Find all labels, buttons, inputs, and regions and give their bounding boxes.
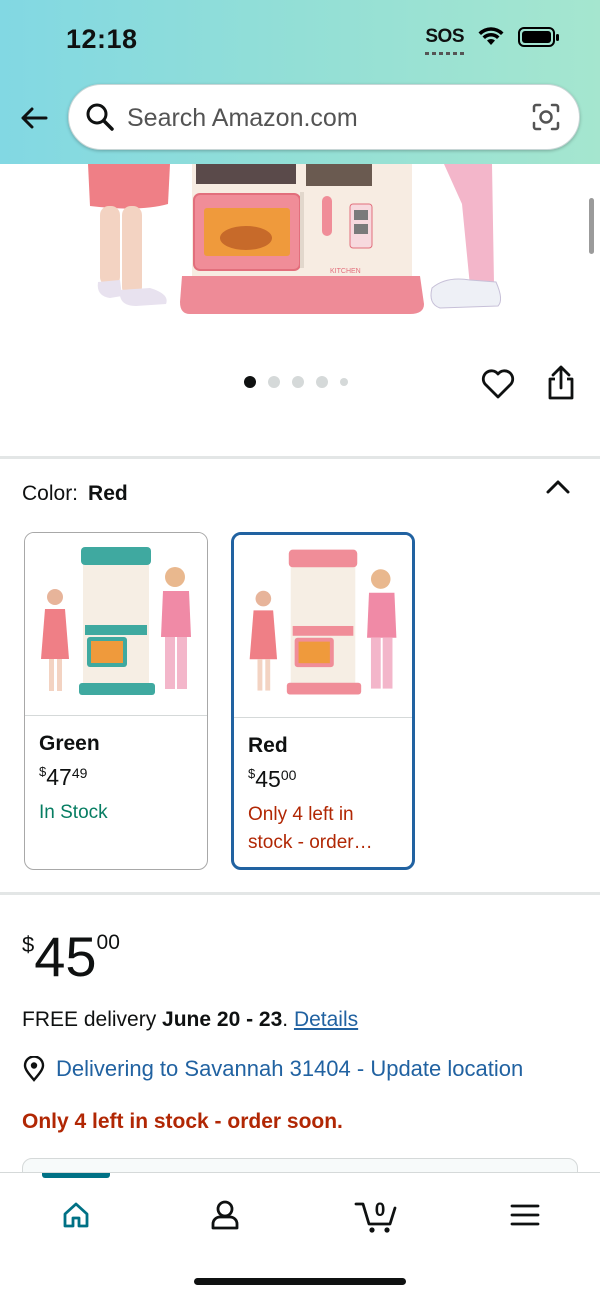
location-pin-icon: [23, 1056, 45, 1082]
swatch-name-red: Red: [248, 734, 288, 757]
share-icon[interactable]: [544, 364, 578, 402]
swatch-name-green: Green: [39, 732, 100, 755]
image-carousel-dots[interactable]: [244, 376, 348, 388]
section-divider: [0, 892, 600, 895]
swatch-image-green: [25, 533, 207, 716]
product-image[interactable]: KITCHEN: [0, 164, 600, 454]
swatch-image-red: [234, 535, 412, 718]
carousel-dot[interactable]: [340, 378, 348, 386]
details-link[interactable]: Details: [294, 1008, 358, 1031]
nav-cart[interactable]: 0: [346, 1193, 406, 1237]
color-option-green[interactable]: Green $4749 In Stock: [24, 532, 208, 870]
camera-lens-icon[interactable]: [531, 102, 561, 132]
header: 12:18 SOS: [0, 0, 600, 164]
search-input[interactable]: [127, 99, 507, 137]
active-tab-indicator: [42, 1173, 110, 1178]
sos-indicator: SOS: [425, 26, 464, 55]
menu-icon: [510, 1204, 540, 1226]
swatch-stock-green: In Stock: [39, 802, 108, 823]
heart-icon[interactable]: [480, 366, 516, 402]
cart-count: 0: [375, 1200, 386, 1221]
product-photo: KITCHEN: [88, 164, 502, 314]
chevron-up-icon[interactable]: [544, 476, 572, 498]
location-text[interactable]: Delivering to Savannah 31404 - Update lo…: [56, 1056, 523, 1082]
section-divider: [0, 456, 600, 459]
carousel-dot[interactable]: [268, 376, 280, 388]
kitchen-label: KITCHEN: [330, 268, 361, 275]
account-icon: [211, 1200, 239, 1230]
swatch-price-red: $4500: [248, 766, 297, 792]
status-time: 12:18: [66, 24, 138, 54]
search-bar[interactable]: [68, 84, 580, 150]
carousel-dot[interactable]: [244, 376, 256, 388]
back-arrow-icon[interactable]: [16, 100, 52, 136]
cart-icon: 0: [354, 1200, 397, 1233]
wifi-icon: [478, 27, 504, 45]
scrollbar[interactable]: [589, 198, 594, 254]
swatch-stock-red: Only 4 left in stock - order…: [248, 804, 373, 853]
home-icon: [63, 1202, 89, 1228]
delivery-info: FREE delivery June 20 - 23. Details: [22, 1008, 359, 1031]
nav-account[interactable]: [195, 1193, 255, 1237]
battery-icon: [518, 27, 559, 47]
home-indicator: [194, 1278, 406, 1285]
color-label-row: Color: Red: [22, 482, 128, 506]
nav-home[interactable]: [46, 1193, 106, 1237]
color-selected-value: Red: [88, 482, 128, 505]
swatch-price-green: $4749: [39, 764, 88, 790]
color-label: Color:: [22, 482, 79, 505]
status-icons: SOS: [425, 26, 560, 55]
delivery-location[interactable]: Delivering to Savannah 31404 - Update lo…: [22, 1056, 523, 1082]
color-option-red[interactable]: Red $4500 Only 4 left in stock - order…: [231, 532, 415, 870]
carousel-dot[interactable]: [316, 376, 328, 388]
carousel-dot[interactable]: [292, 376, 304, 388]
search-icon: [86, 103, 114, 131]
stock-warning: Only 4 left in stock - order soon.: [22, 1110, 343, 1133]
product-price: $4500: [22, 925, 120, 988]
nav-menu[interactable]: [495, 1193, 555, 1237]
